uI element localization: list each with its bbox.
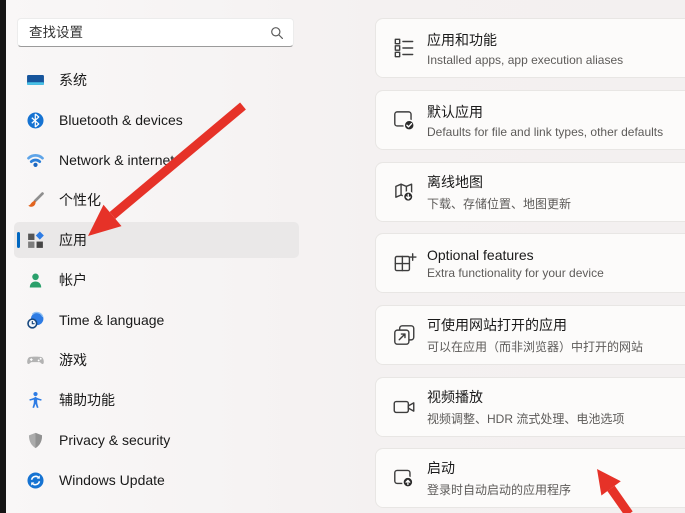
network-icon [26, 151, 45, 170]
apps-icon [26, 231, 45, 250]
card-subtitle: Extra functionality for your device [427, 266, 604, 280]
offline-maps-icon [391, 179, 417, 205]
card-default-apps[interactable]: 默认应用 Defaults for file and link types, o… [375, 90, 685, 150]
search-icon [270, 26, 284, 40]
accessibility-icon [26, 391, 45, 410]
card-startup[interactable]: 启动 登录时自动启动的应用程序 [375, 448, 685, 508]
card-title: 视频播放 [427, 387, 624, 407]
card-title: Optional features [427, 247, 604, 263]
card-subtitle: Defaults for file and link types, other … [427, 125, 663, 139]
sidebar-item-label: Bluetooth & devices [59, 112, 183, 128]
apps-features-icon [391, 35, 417, 61]
sidebar-item-bluetooth-devices[interactable]: Bluetooth & devices [14, 102, 299, 138]
card-video-playback[interactable]: 视频播放 视频调整、HDR 流式处理、电池选项 [375, 377, 685, 437]
sidebar-item-label: 个性化 [59, 190, 101, 210]
selected-accent-bar [17, 232, 20, 248]
default-apps-icon [391, 107, 417, 133]
card-apps-for-websites[interactable]: 可使用网站打开的应用 可以在应用（而非浏览器）中打开的网站 [375, 305, 685, 365]
card-title: 应用和功能 [427, 30, 623, 50]
sidebar-item-label: Privacy & security [59, 432, 170, 448]
card-subtitle: 可以在应用（而非浏览器）中打开的网站 [427, 338, 643, 355]
gaming-icon [26, 351, 45, 370]
settings-search-box[interactable] [17, 18, 294, 47]
card-offline-maps[interactable]: 离线地图 下载、存储位置、地图更新 [375, 162, 685, 222]
card-title: 离线地图 [427, 172, 571, 192]
apps-for-websites-icon [391, 322, 417, 348]
optional-features-icon [391, 250, 417, 276]
sidebar-item-label: 帐户 [59, 270, 87, 290]
card-apps-features[interactable]: 应用和功能 Installed apps, app execution alia… [375, 18, 685, 78]
card-title: 可使用网站打开的应用 [427, 315, 643, 335]
sidebar-item-accounts[interactable]: 帐户 [14, 262, 299, 298]
card-title: 默认应用 [427, 102, 663, 122]
sidebar-item-label: 游戏 [59, 350, 87, 370]
sidebar-item-apps[interactable]: 应用 [14, 222, 299, 258]
system-icon [26, 71, 45, 90]
windows-update-icon [26, 471, 45, 490]
sidebar-item-label: 系统 [59, 70, 87, 90]
card-subtitle: 视频调整、HDR 流式处理、电池选项 [427, 410, 624, 427]
sidebar-item-label: 应用 [59, 230, 87, 250]
privacy-security-icon [26, 431, 45, 450]
video-playback-icon [391, 394, 417, 420]
card-subtitle: 下载、存储位置、地图更新 [427, 195, 571, 212]
sidebar-item-accessibility[interactable]: 辅助功能 [14, 382, 299, 418]
sidebar-item-network-internet[interactable]: Network & internet [14, 142, 299, 178]
sidebar-item-gaming[interactable]: 游戏 [14, 342, 299, 378]
card-subtitle: Installed apps, app execution aliases [427, 53, 623, 67]
bluetooth-icon [26, 111, 45, 130]
personalization-icon [26, 191, 45, 210]
card-subtitle: 登录时自动启动的应用程序 [427, 481, 571, 498]
sidebar-item-label: Network & internet [59, 152, 174, 168]
sidebar-item-label: Time & language [59, 312, 164, 328]
sidebar-item-label: 辅助功能 [59, 390, 115, 410]
sidebar-item-system[interactable]: 系统 [14, 62, 299, 98]
window-edge [0, 0, 6, 513]
card-title: 启动 [427, 458, 571, 478]
sidebar-item-privacy-security[interactable]: Privacy & security [14, 422, 299, 458]
search-input[interactable] [27, 24, 270, 41]
time-language-icon [26, 311, 45, 330]
sidebar-item-personalization[interactable]: 个性化 [14, 182, 299, 218]
sidebar-item-label: Windows Update [59, 472, 165, 488]
sidebar-item-windows-update[interactable]: Windows Update [14, 462, 299, 498]
accounts-icon [26, 271, 45, 290]
card-optional-features[interactable]: Optional features Extra functionality fo… [375, 233, 685, 293]
sidebar-item-time-language[interactable]: Time & language [14, 302, 299, 338]
startup-icon [391, 465, 417, 491]
